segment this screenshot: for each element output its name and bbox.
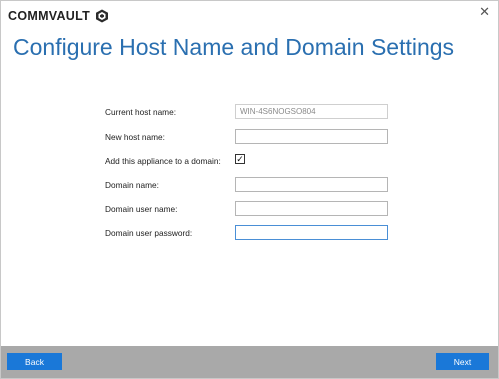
new-host-label: New host name: (105, 132, 165, 142)
domain-name-label: Domain name: (105, 180, 159, 190)
back-button[interactable]: Back (7, 353, 62, 370)
domain-name-field[interactable] (235, 177, 388, 192)
new-host-row: New host name: (105, 129, 395, 147)
current-host-row: Current host name: (105, 104, 395, 122)
add-domain-label: Add this appliance to a domain: (105, 156, 221, 166)
current-host-field (235, 104, 388, 119)
add-domain-row: Add this appliance to a domain: ✓ (105, 153, 395, 171)
add-domain-checkbox[interactable]: ✓ (235, 154, 245, 164)
brand-name: COMMVAULT (8, 9, 91, 23)
domain-password-label: Domain user password: (105, 228, 193, 238)
domain-password-field[interactable] (235, 225, 388, 240)
installer-window: COMMVAULT ✕ Configure Host Name and Doma… (0, 0, 499, 379)
page-title: Configure Host Name and Domain Settings (13, 34, 455, 60)
brand-header: COMMVAULT (8, 9, 109, 23)
domain-user-row: Domain user name: (105, 201, 395, 219)
new-host-field[interactable] (235, 129, 388, 144)
current-host-label: Current host name: (105, 107, 177, 117)
close-icon[interactable]: ✕ (479, 5, 490, 19)
commvault-logo-icon (95, 9, 109, 23)
domain-user-field[interactable] (235, 201, 388, 216)
next-button[interactable]: Next (436, 353, 489, 370)
footer-bar (1, 346, 498, 378)
domain-password-row: Domain user password: (105, 225, 395, 243)
domain-name-row: Domain name: (105, 177, 395, 195)
domain-user-label: Domain user name: (105, 204, 178, 214)
